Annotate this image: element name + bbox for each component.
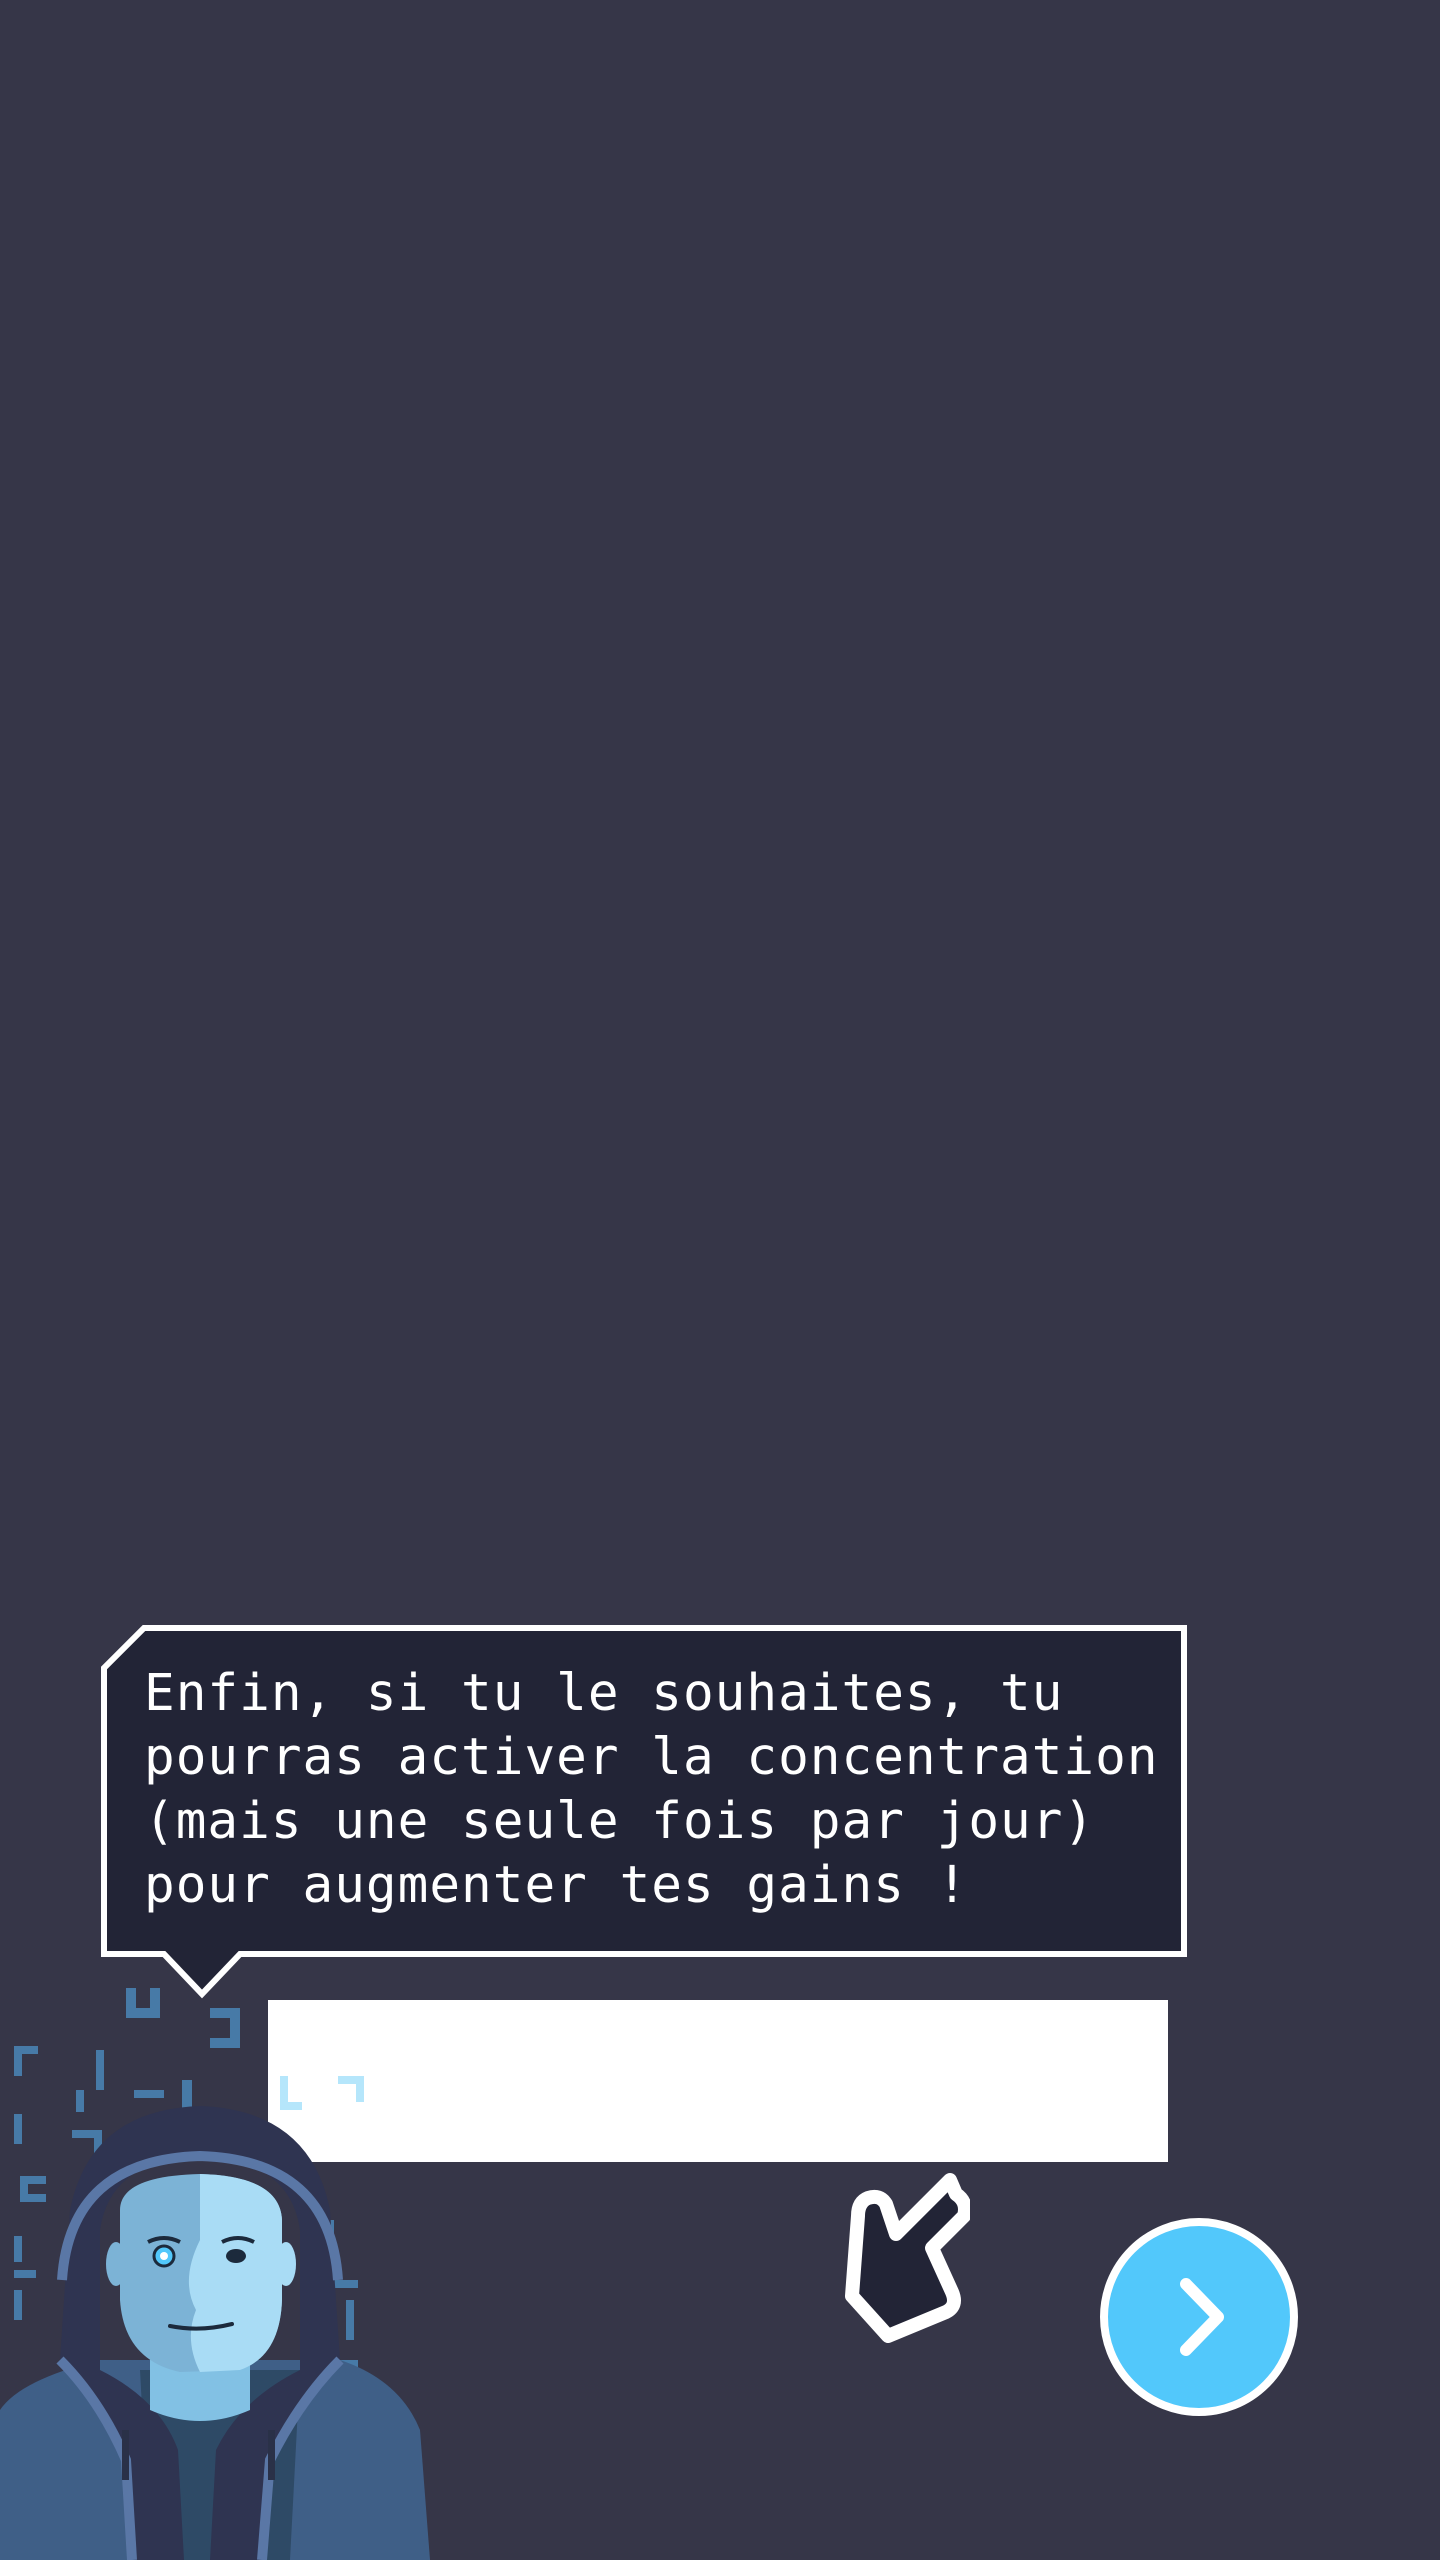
speech-bubble: Enfin, si tu le souhaites, tu pourras ac… (100, 1624, 1188, 1999)
chevron-right-icon (1180, 2278, 1224, 2356)
next-button[interactable] (1100, 2218, 1298, 2416)
tutorial-message: Enfin, si tu le souhaites, tu pourras ac… (144, 1664, 1159, 1915)
tutorial-screen: Enfin, si tu le souhaites, tu pourras ac… (0, 0, 1440, 2560)
hacker-character-avatar (0, 1980, 440, 2560)
pointing-hand-icon (780, 2156, 972, 2366)
code-glyphs-light (280, 2076, 364, 2110)
